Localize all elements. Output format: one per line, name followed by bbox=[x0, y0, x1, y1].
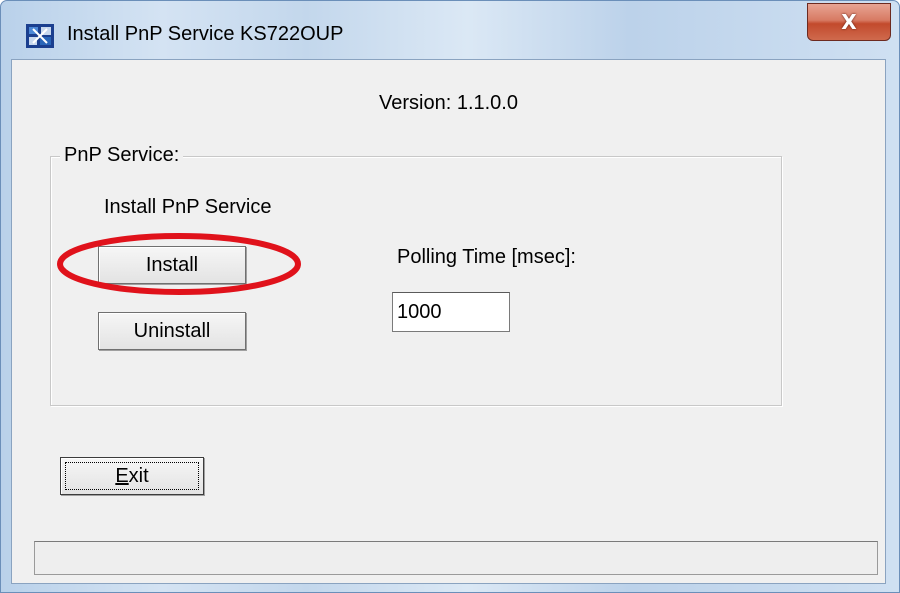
dialog-client-area: Version: 1.1.0.0 PnP Service: Install Pn… bbox=[11, 59, 886, 584]
polling-time-input[interactable] bbox=[392, 292, 510, 332]
window-title: Install PnP Service KS722OUP bbox=[67, 23, 344, 45]
install-button[interactable]: Install bbox=[98, 246, 246, 284]
dialog-window: Install PnP Service KS722OUP X Version: … bbox=[0, 0, 900, 593]
app-puzzle-icon bbox=[26, 24, 54, 48]
exit-rest: xit bbox=[128, 465, 149, 487]
uninstall-button[interactable]: Uninstall bbox=[98, 312, 246, 350]
version-label: Version: 1.1.0.0 bbox=[379, 92, 518, 114]
close-button[interactable]: X bbox=[807, 3, 891, 41]
exit-button[interactable]: Exit bbox=[60, 457, 204, 495]
title-bar[interactable]: Install PnP Service KS722OUP X bbox=[1, 1, 899, 48]
close-icon: X bbox=[841, 10, 857, 34]
install-pnp-service-heading: Install PnP Service bbox=[104, 196, 272, 218]
status-bar bbox=[34, 541, 878, 575]
exit-button-label: Exit bbox=[115, 465, 148, 487]
polling-time-label: Polling Time [msec]: bbox=[397, 246, 576, 268]
pnp-service-group-label: PnP Service: bbox=[60, 144, 184, 167]
exit-mnemonic: E bbox=[115, 465, 129, 487]
